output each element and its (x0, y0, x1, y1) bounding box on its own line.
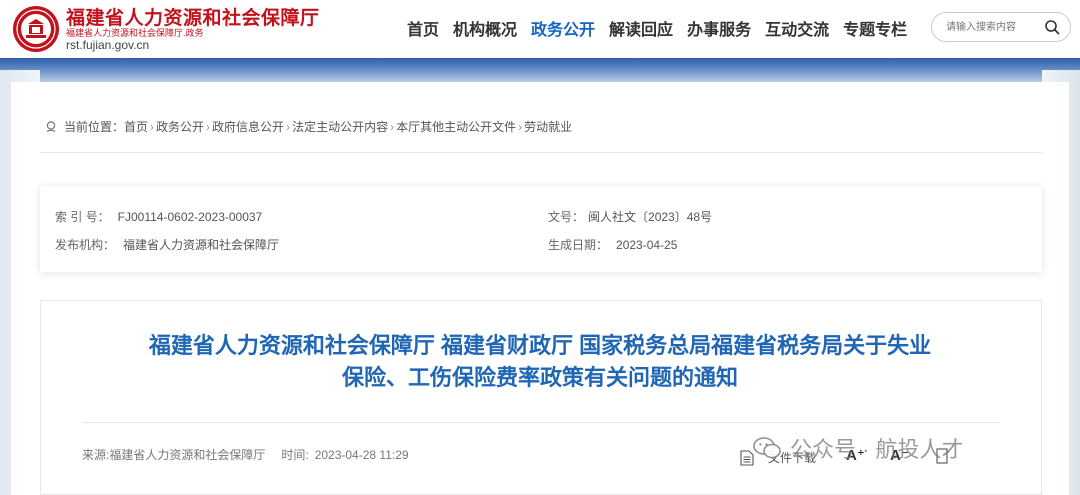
meta-docno-label: 文号： (548, 210, 585, 224)
breadcrumb-separator: › (390, 119, 395, 134)
meta-issuer: 发布机构： 福建省人力资源和社会保障厅 (55, 236, 279, 253)
nav-item-home[interactable]: 首页 (400, 16, 446, 40)
article-source-row: 来源:福建省人力资源和社会保障厅 时间: 2023-04-28 11:29 (82, 446, 409, 463)
meta-date-value: 2023-04-25 (616, 238, 678, 252)
breadcrumb-item-info-disclosure[interactable]: 政府信息公开 (212, 118, 284, 135)
search-icon[interactable] (1044, 19, 1060, 35)
meta-issuer-label: 发布机构： (55, 238, 116, 252)
document-meta-card (40, 186, 1042, 272)
breadcrumb-item-labor-employment[interactable]: 劳动就业 (524, 118, 572, 135)
font-larger-button[interactable]: A⁺ (846, 446, 865, 464)
breadcrumb-prefix: 当前位置： (64, 120, 125, 134)
breadcrumb: 当前位置： 首页 › 政务公开 › 政府信息公开 › 法定主动公开内容 › 本厅… (44, 118, 572, 135)
breadcrumb-item-home[interactable]: 首页 (124, 118, 148, 135)
site-domain: rst.fujian.gov.cn (66, 38, 150, 52)
meta-docno: 文号： 闽人社文〔2023〕48号 (548, 208, 712, 225)
article-title-line: 福建省人力资源和社会保障厅 福建省财政厅 国家税务总局福建省税务局关于失业 (148, 333, 932, 358)
file-download-button[interactable]: 文件下载 (740, 449, 816, 466)
article-time-value: 2023-04-28 11:29 (314, 448, 409, 462)
site-header: 福建省人力资源和社会保障厅 福建省人力资源和社会保障厅.政务 rst.fujia… (0, 0, 1080, 58)
article-title: 福建省人力资源和社会保障厅 福建省财政厅 国家税务总局福建省税务局关于失业 保险… (60, 330, 1020, 394)
font-smaller-button[interactable]: A⁻ (890, 446, 909, 464)
meta-issuer-value: 福建省人力资源和社会保障厅 (123, 238, 280, 252)
meta-date-label: 生成日期： (548, 238, 609, 252)
nav-item-topics[interactable]: 专题专栏 (836, 16, 914, 40)
meta-date: 生成日期： 2023-04-25 (548, 236, 677, 253)
nav-item-interpretation[interactable]: 解读回应 (602, 16, 680, 40)
nav-item-services[interactable]: 办事服务 (680, 16, 758, 40)
search-box (931, 12, 1071, 42)
divider (82, 422, 1000, 423)
meta-index-value: FJ00114-0602-2023-00037 (117, 210, 263, 224)
print-icon[interactable] (936, 448, 950, 464)
location-icon (46, 120, 56, 132)
breadcrumb-item-statutory-disclosure[interactable]: 法定主动公开内容 (292, 118, 388, 135)
article-source: 来源:福建省人力资源和社会保障厅 (82, 448, 266, 462)
breadcrumb-separator: › (206, 119, 211, 134)
breadcrumb-item-government-affairs[interactable]: 政务公开 (156, 118, 204, 135)
breadcrumb-separator: › (518, 119, 523, 134)
nav-item-interaction[interactable]: 互动交流 (758, 16, 836, 40)
nav-item-about[interactable]: 机构概况 (446, 16, 524, 40)
article-title-line: 保险、工伤保险费率政策有关问题的通知 (341, 365, 738, 390)
meta-docno-value: 闽人社文〔2023〕48号 (588, 210, 713, 224)
meta-index: 索 引 号： FJ00114-0602-2023-00037 (55, 208, 262, 225)
meta-index-label: 索 引 号： (55, 210, 110, 224)
breadcrumb-separator: › (286, 119, 291, 134)
file-download-label: 文件下载 (768, 451, 817, 465)
nav-item-government-affairs[interactable]: 政务公开 (524, 16, 602, 40)
divider (40, 152, 1042, 153)
document-icon (740, 449, 754, 466)
breadcrumb-separator: › (150, 119, 155, 134)
main-nav: 首页 机构概况 政务公开 解读回应 办事服务 互动交流 专题专栏 (400, 16, 914, 40)
breadcrumb-item-other-documents[interactable]: 本厅其他主动公开文件 (396, 118, 516, 135)
government-emblem-icon[interactable] (12, 5, 60, 53)
search-input[interactable] (946, 19, 1041, 35)
article-time-label: 时间: (281, 448, 309, 462)
